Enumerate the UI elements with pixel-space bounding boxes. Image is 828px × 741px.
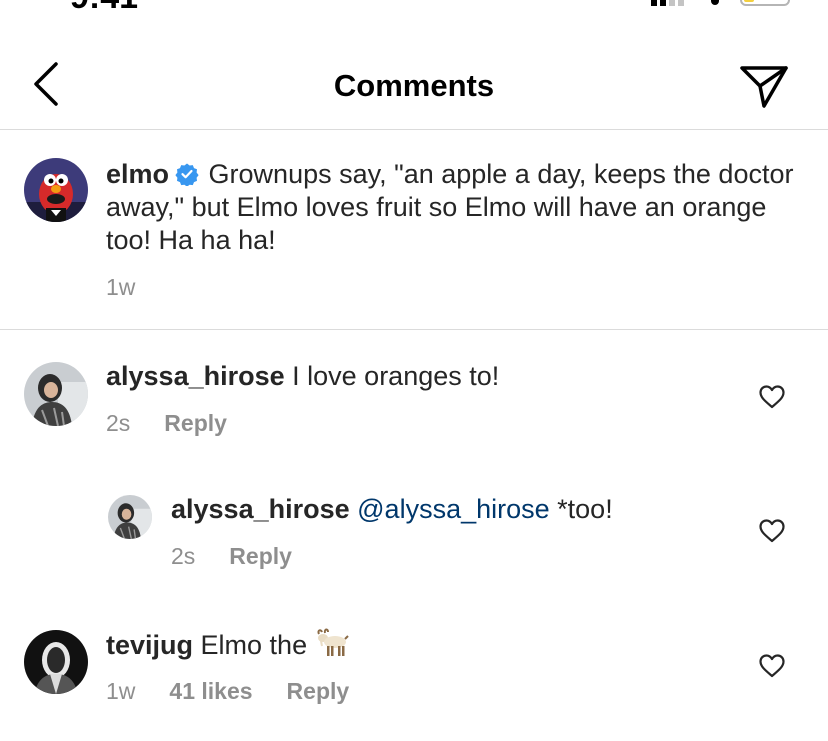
- reply-button[interactable]: Reply: [229, 543, 292, 570]
- like-button[interactable]: [759, 385, 785, 409]
- status-time: 9:41: [70, 0, 138, 14]
- like-button[interactable]: [759, 654, 785, 678]
- comment-username[interactable]: alyssa_hirose: [106, 361, 285, 391]
- caption-timestamp: 1w: [106, 274, 136, 300]
- share-button[interactable]: [738, 62, 790, 110]
- comment-body: Elmo the: [200, 630, 308, 660]
- avatar[interactable]: [24, 158, 88, 222]
- elmo-avatar-icon: [24, 158, 88, 222]
- verified-badge-icon: [175, 163, 199, 186]
- reply-button[interactable]: Reply: [164, 410, 227, 437]
- comment-username[interactable]: elmo: [106, 159, 169, 189]
- status-bar: 9:41: [0, 0, 828, 14]
- wifi-icon: [711, 0, 719, 5]
- comment-row: tevijug Elmo the 1w 41 likes Reply: [0, 600, 828, 741]
- comment-row: alyssa_hirose I love oranges to! 2s Repl…: [0, 330, 828, 465]
- comment-meta: 1w 41 likes Reply: [106, 678, 383, 705]
- profile-photo-icon: [108, 495, 152, 539]
- likes-count[interactable]: 41 likes: [169, 678, 252, 705]
- comment-meta: 2s Reply: [106, 410, 261, 437]
- heart-outline-icon: [759, 654, 785, 678]
- reply-button[interactable]: Reply: [287, 678, 350, 705]
- comment-text: alyssa_hirose @alyssa_hirose *too!: [171, 493, 613, 526]
- like-button[interactable]: [759, 519, 785, 543]
- profile-photo-icon: [24, 630, 88, 694]
- comment-text: tevijug Elmo the: [106, 628, 349, 662]
- comment-timestamp: 1w: [106, 678, 136, 704]
- battery-icon: [740, 0, 790, 6]
- goat-emoji-icon: [317, 628, 349, 656]
- comments-header: Comments: [0, 40, 828, 130]
- avatar[interactable]: [108, 495, 152, 539]
- comment-text: alyssa_hirose I love oranges to!: [106, 360, 499, 393]
- post-caption: elmo Grownups say, "an apple a day, keep…: [0, 130, 828, 330]
- heart-outline-icon: [759, 519, 785, 543]
- profile-photo-icon: [24, 362, 88, 426]
- comment-timestamp: 2s: [106, 410, 131, 436]
- caption-body: Grownups say, "an apple a day, keeps the…: [106, 159, 794, 255]
- comment-body: *too!: [557, 494, 613, 524]
- heart-outline-icon: [759, 385, 785, 409]
- comment-username[interactable]: alyssa_hirose: [171, 494, 350, 524]
- comment-reply-row: alyssa_hirose @alyssa_hirose *too! 2s Re…: [0, 465, 828, 600]
- comment-timestamp: 2s: [171, 543, 196, 569]
- avatar[interactable]: [24, 362, 88, 426]
- mention-link[interactable]: @alyssa_hirose: [357, 494, 550, 524]
- comment-meta: 2s Reply: [171, 543, 326, 570]
- page-title: Comments: [333, 68, 495, 103]
- caption-text: elmo Grownups say, "an apple a day, keep…: [106, 158, 796, 257]
- paper-plane-icon: [740, 66, 788, 108]
- cellular-signal-icon: [651, 0, 684, 6]
- comment-body: I love oranges to!: [292, 361, 500, 391]
- comment-username[interactable]: tevijug: [106, 630, 193, 660]
- avatar[interactable]: [24, 630, 88, 694]
